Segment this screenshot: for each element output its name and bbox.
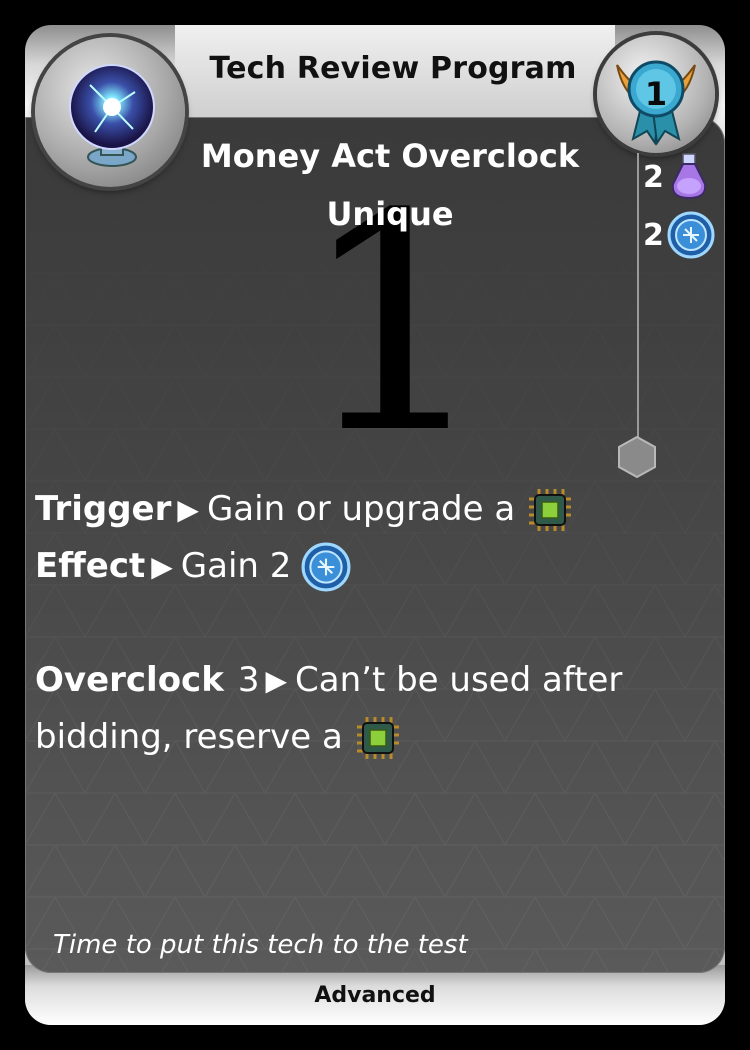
chip-icon <box>529 488 572 531</box>
cost-blue-coin: 2 <box>643 211 715 259</box>
overclock-line: Overclock 3 ▶ Can’t be used after <box>35 652 675 709</box>
crystal-orb-icon <box>35 37 185 187</box>
effect-line: Effect ▶ Gain 2 <box>35 538 675 595</box>
arrow-icon: ▶ <box>151 550 173 583</box>
card: Tech Review Program 1 Money Act Overcloc… <box>25 25 725 1025</box>
card-title: Tech Review Program <box>209 51 577 86</box>
cost-potion: 2 <box>643 153 711 201</box>
blue-coin-icon <box>667 211 715 259</box>
arrow-icon: ▶ <box>265 664 288 697</box>
blue-coin-icon <box>301 542 351 591</box>
effect-text: Gain 2 <box>180 546 292 586</box>
arrow-icon: ▶ <box>177 493 199 526</box>
overclock-text-2: bidding, reserve a <box>35 717 343 757</box>
overclock-text: Can’t be used after <box>295 660 623 700</box>
overclock-line-2: bidding, reserve a <box>35 709 675 766</box>
effect-label: Effect <box>35 546 146 586</box>
rarity-label: Advanced <box>314 983 436 1008</box>
cost-divider-line <box>637 153 639 453</box>
rank-medal: 1 <box>597 35 715 153</box>
chip-icon <box>356 716 399 759</box>
trigger-text: Gain or upgrade a <box>206 489 516 529</box>
overclock-label: Overclock <box>35 660 224 700</box>
card-tag: Unique <box>326 195 454 233</box>
hexagon-icon <box>618 435 656 479</box>
overclock-value: 3 <box>237 660 260 700</box>
potion-icon <box>671 153 707 200</box>
rules-spacer <box>35 595 675 652</box>
trigger-label: Trigger <box>35 489 172 529</box>
trigger-line: Trigger ▶ Gain or upgrade a <box>35 481 675 538</box>
cost-potion-amount: 2 <box>643 159 664 195</box>
cost-blue-coin-amount: 2 <box>643 217 664 253</box>
flavor-text: Time to put this tech to the test <box>53 930 468 960</box>
rules-text: Trigger ▶ Gain or upgrade a Effect ▶ Gai… <box>35 481 675 766</box>
rank-number: 1 <box>644 75 668 113</box>
